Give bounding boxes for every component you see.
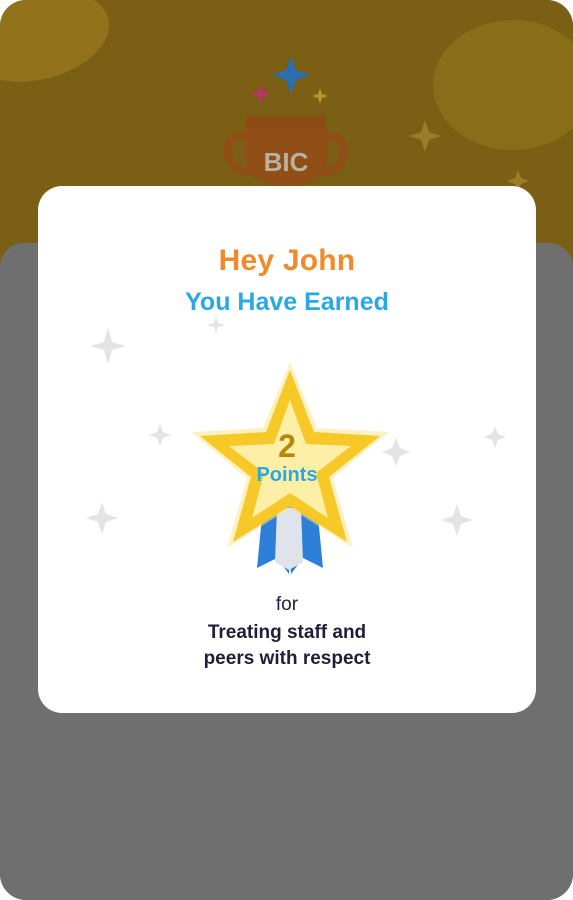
points-value: 2 [278, 428, 296, 464]
sparkle-icon [272, 56, 310, 94]
reward-reason: Treating staff and peers with respect [38, 620, 536, 672]
trophy-icon: BIC [223, 56, 529, 192]
sparkle-icon [441, 504, 473, 536]
sparkle-icon [86, 502, 118, 534]
points-label: Points [256, 464, 318, 486]
for-label: for [275, 594, 299, 615]
trophy-label: BIC [264, 147, 309, 177]
screen: BIC Hey John You Have Earned 2 Points fo… [0, 0, 573, 900]
reward-reason-line: peers with respect [203, 648, 371, 669]
reward-modal: Hey John You Have Earned 2 Points for Tr… [38, 186, 536, 713]
sparkle-icon [207, 316, 225, 334]
sparkle-icon [409, 120, 441, 152]
sparkle-icon [251, 84, 271, 104]
reward-reason-line: Treating staff and [207, 622, 367, 643]
earned-subtitle: You Have Earned [185, 288, 389, 316]
greeting-title: Hey John [218, 244, 356, 277]
sparkle-icon [90, 328, 126, 364]
sparkle-icon [312, 88, 328, 104]
